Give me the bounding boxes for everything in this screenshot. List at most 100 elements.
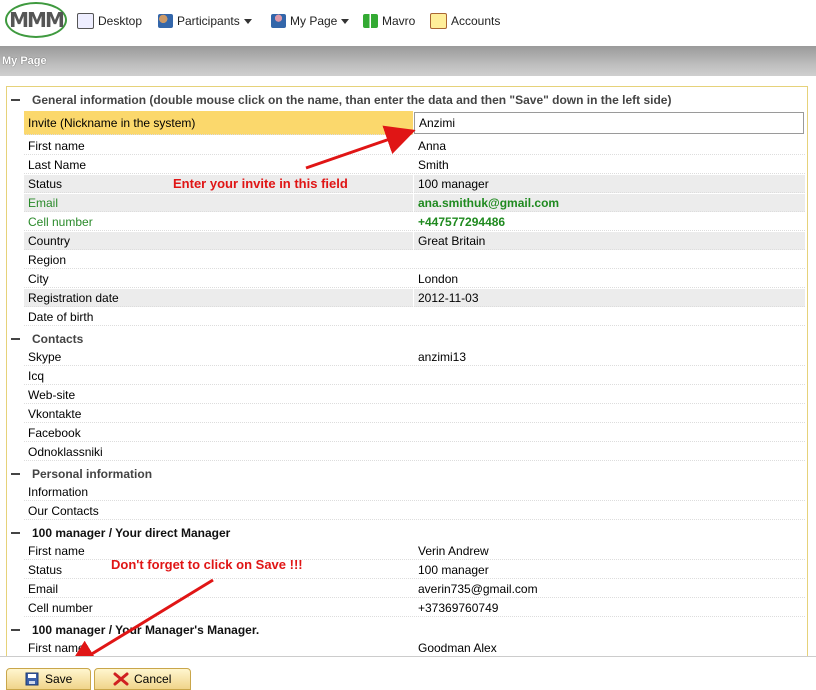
profile-panel: General information (double mouse click … <box>6 86 808 658</box>
section-direct-manager[interactable]: 100 manager / Your direct Manager <box>7 523 807 543</box>
row-label: Vkontakte <box>24 405 413 423</box>
row-value <box>414 502 805 520</box>
table-row[interactable]: First name Anna <box>24 137 805 156</box>
row-label: Skype <box>24 348 413 366</box>
row-label: Invite (Nickname in the system) <box>24 111 413 135</box>
accounts-icon <box>430 13 447 29</box>
nav-my-page[interactable]: My Page <box>271 12 350 30</box>
row-value: ana.smithuk@gmail.com <box>414 194 805 212</box>
table-row[interactable]: Our Contacts <box>24 502 805 521</box>
top-navigation-bar: MMM Desktop Participants My Page Mavro A… <box>0 0 816 44</box>
row-value <box>414 386 805 404</box>
section-personal-information[interactable]: Personal information <box>7 464 807 484</box>
row-label: Email <box>24 194 413 212</box>
nav-mavro[interactable]: Mavro <box>363 12 415 30</box>
row-value: Great Britain <box>414 232 805 250</box>
section-general-information[interactable]: General information (double mouse click … <box>7 90 807 110</box>
table-row-invite[interactable]: Invite (Nickname in the system) Anzimi <box>24 111 805 135</box>
table-row[interactable]: Date of birth <box>24 308 805 327</box>
nav-desktop-label: Desktop <box>98 14 143 28</box>
table-row[interactable]: Country Great Britain <box>24 232 805 251</box>
row-label: First name <box>24 639 413 657</box>
invite-input[interactable]: Anzimi <box>414 112 804 134</box>
table-row[interactable]: City London <box>24 270 805 289</box>
page-title-bar: My Page <box>0 46 816 76</box>
table-row[interactable]: Email averin735@gmail.com <box>24 580 805 599</box>
row-label: Cell number <box>24 213 413 231</box>
row-value: Goodman Alex <box>414 639 805 657</box>
cancel-button[interactable]: Cancel <box>94 668 191 690</box>
collapse-icon[interactable] <box>11 99 20 101</box>
row-label: Our Contacts <box>24 502 413 520</box>
row-value: Verin Andrew <box>414 542 805 560</box>
row-value <box>414 251 805 269</box>
section-title: Personal information <box>32 467 153 481</box>
save-button[interactable]: Save <box>6 668 91 690</box>
butterfly-icon <box>363 14 378 28</box>
collapse-icon[interactable] <box>11 629 20 631</box>
table-row[interactable]: Cell number +37369760749 <box>24 599 805 618</box>
row-label: Date of birth <box>24 308 413 326</box>
nav-participants-label: Participants <box>177 14 240 28</box>
row-label: Region <box>24 251 413 269</box>
row-label: Web-site <box>24 386 413 404</box>
row-label: Icq <box>24 367 413 385</box>
row-value: 2012-11-03 <box>414 289 805 307</box>
row-label: Cell number <box>24 599 413 617</box>
nav-participants[interactable]: Participants <box>158 12 252 30</box>
row-label: Facebook <box>24 424 413 442</box>
nav-accounts[interactable]: Accounts <box>430 12 500 30</box>
row-value: 100 manager <box>414 561 805 579</box>
save-button-label: Save <box>45 672 73 686</box>
row-label: First name <box>24 137 413 155</box>
row-value <box>414 424 805 442</box>
chevron-down-icon <box>341 18 350 24</box>
mmm-logo[interactable]: MMM <box>5 2 67 38</box>
table-row[interactable]: Icq <box>24 367 805 386</box>
section-managers-manager[interactable]: 100 manager / Your Manager's Manager. <box>7 620 807 640</box>
table-row[interactable]: Cell number +447577294486 <box>24 213 805 232</box>
nav-accounts-label: Accounts <box>451 14 501 28</box>
row-label: Odnoklassniki <box>24 443 413 461</box>
nav-desktop[interactable]: Desktop <box>77 12 142 30</box>
section-title: General information (double mouse click … <box>32 93 672 107</box>
row-value <box>414 367 805 385</box>
table-row[interactable]: Web-site <box>24 386 805 405</box>
close-icon <box>113 672 129 686</box>
row-value <box>414 308 805 326</box>
row-value: Anna <box>414 137 805 155</box>
collapse-icon[interactable] <box>11 532 20 534</box>
nav-mavro-label: Mavro <box>382 14 416 28</box>
row-label: City <box>24 270 413 288</box>
section-contacts[interactable]: Contacts <box>7 329 807 349</box>
collapse-icon[interactable] <box>11 338 20 340</box>
row-label: Last Name <box>24 156 413 174</box>
table-row[interactable]: Status 100 manager <box>24 175 805 194</box>
participants-icon <box>158 14 173 28</box>
table-row[interactable]: Last Name Smith <box>24 156 805 175</box>
table-row[interactable]: Region <box>24 251 805 270</box>
nav-my-page-label: My Page <box>290 14 338 28</box>
table-row[interactable]: Email ana.smithuk@gmail.com <box>24 194 805 213</box>
floppy-disk-icon <box>25 672 39 686</box>
invite-hint-annotation: Enter your invite in this field <box>173 176 348 191</box>
table-row[interactable]: Vkontakte <box>24 405 805 424</box>
row-label: Registration date <box>24 289 413 307</box>
row-value <box>414 443 805 461</box>
desktop-icon <box>77 13 94 29</box>
table-row[interactable]: Registration date 2012-11-03 <box>24 289 805 308</box>
table-row[interactable]: Facebook <box>24 424 805 443</box>
cancel-button-label: Cancel <box>134 672 172 686</box>
section-title: Contacts <box>32 332 84 346</box>
chevron-down-icon <box>243 18 252 24</box>
table-row[interactable]: Information <box>24 483 805 502</box>
row-value <box>414 405 805 423</box>
row-value: anzimi13 <box>414 348 805 366</box>
row-value: 100 manager <box>414 175 805 193</box>
table-row[interactable]: Odnoklassniki <box>24 443 805 462</box>
collapse-icon[interactable] <box>11 473 20 475</box>
row-label: Country <box>24 232 413 250</box>
row-label: Information <box>24 483 413 501</box>
table-row[interactable]: Skype anzimi13 <box>24 348 805 367</box>
row-label: Email <box>24 580 413 598</box>
